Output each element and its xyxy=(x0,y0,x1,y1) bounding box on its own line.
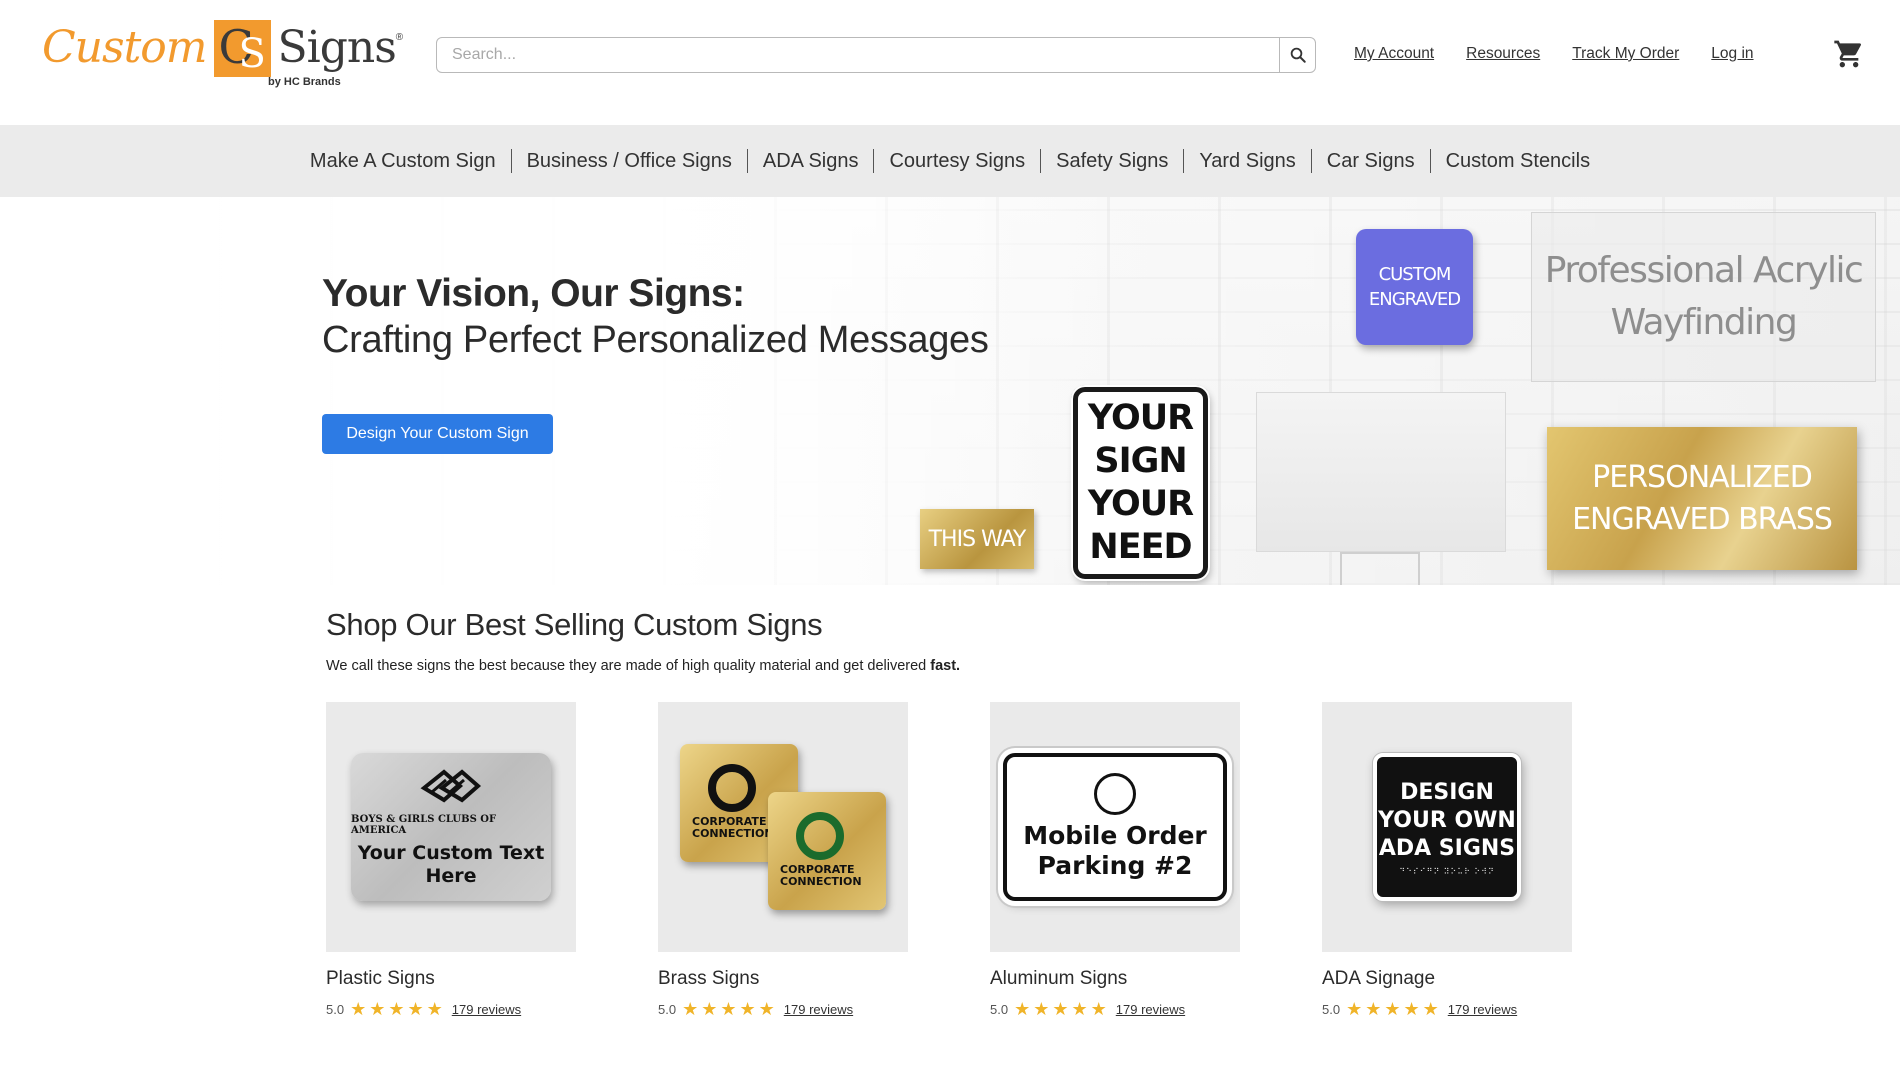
star-rating-icon: ★★★★★ xyxy=(1346,999,1442,1019)
corporate-logo-icon xyxy=(708,764,756,812)
hero-sign-acrylic: Professional Acrylic Wayfinding xyxy=(1531,212,1876,382)
hero-sign-yard-stake xyxy=(1340,552,1420,585)
login-link[interactable]: Log in xyxy=(1711,45,1753,63)
rating-value: 5.0 xyxy=(326,1002,345,1017)
product-card-aluminum[interactable]: Mobile Order Parking #2 Aluminum Signs 5… xyxy=(990,702,1240,1020)
search-input[interactable] xyxy=(437,38,1279,72)
cart-button[interactable] xyxy=(1833,38,1865,70)
best-sellers-desc-text: We call these signs the best because the… xyxy=(326,658,927,674)
brass-sign-text: CORPORATE CONNECTION xyxy=(780,863,862,888)
hero-subtitle: Crafting Perfect Personalized Messages xyxy=(322,319,989,361)
shopping-cart-icon xyxy=(1834,40,1862,68)
nav-ada-signs[interactable]: ADA Signs xyxy=(748,150,874,173)
hero-sign-brass-line: ENGRAVED BRASS xyxy=(1572,501,1833,537)
reviews-link[interactable]: 179 reviews xyxy=(452,1002,521,1017)
hero-sign-your-line: YOUR xyxy=(1087,398,1194,438)
product-name[interactable]: Brass Signs xyxy=(658,968,908,990)
product-image-aluminum[interactable]: Mobile Order Parking #2 xyxy=(990,702,1240,952)
product-image-brass[interactable]: CORPORATE CONNECTION CORPORATE CONNECTIO… xyxy=(658,702,908,952)
main-nav: Make A Custom Sign Business / Office Sig… xyxy=(0,125,1900,197)
hero-sign-your-sign: YOUR SIGN YOUR NEED xyxy=(1071,385,1210,581)
plastic-sign-text: Your Custom Text Here xyxy=(357,842,545,887)
product-card-plastic[interactable]: BOYS & GIRLS CLUBS OF AMERICA Your Custo… xyxy=(326,702,576,1020)
club-logo-icon xyxy=(420,769,482,803)
hero-banner: THIS WAY YOUR SIGN YOUR NEED CUSTOM ENGR… xyxy=(0,197,1900,585)
nav-make-custom-sign[interactable]: Make A Custom Sign xyxy=(295,150,511,173)
product-rating: 5.0 ★★★★★ 179 reviews xyxy=(990,999,1240,1020)
rating-value: 5.0 xyxy=(1322,1002,1341,1017)
reviews-link[interactable]: 179 reviews xyxy=(1448,1002,1517,1017)
corporate-logo-icon xyxy=(796,812,844,860)
best-sellers-title: Shop Our Best Selling Custom Signs xyxy=(326,607,823,642)
design-custom-sign-button[interactable]: Design Your Custom Sign xyxy=(322,414,553,454)
product-name[interactable]: ADA Signage xyxy=(1322,968,1572,990)
search-icon xyxy=(1290,47,1306,63)
product-rating: 5.0 ★★★★★ 179 reviews xyxy=(1322,999,1572,1020)
ada-sign-visual: DESIGN YOUR OWN ADA SIGNS ⠙⠑⠎⠊⠛⠝ ⠽⠕⠥⠗ ⠕⠺… xyxy=(1373,753,1521,901)
nav-custom-stencils[interactable]: Custom Stencils xyxy=(1431,150,1606,173)
reviews-link[interactable]: 179 reviews xyxy=(1116,1002,1185,1017)
nav-business-office-signs[interactable]: Business / Office Signs xyxy=(512,150,747,173)
product-rating: 5.0 ★★★★★ 179 reviews xyxy=(326,999,576,1020)
plastic-sign-visual: BOYS & GIRLS CLUBS OF AMERICA Your Custo… xyxy=(351,753,551,901)
logo-word-signs: Signs xyxy=(277,22,396,73)
star-rating-icon: ★★★★★ xyxy=(1014,999,1110,1019)
reviews-link[interactable]: 179 reviews xyxy=(784,1002,853,1017)
track-order-link[interactable]: Track My Order xyxy=(1572,45,1679,63)
rating-value: 5.0 xyxy=(990,1002,1009,1017)
ada-sign-text: DESIGN YOUR OWN ADA SIGNS xyxy=(1378,779,1516,861)
logo-byline: by HC Brands xyxy=(268,76,341,88)
aluminum-sign-text: Mobile Order Parking #2 xyxy=(1023,821,1207,880)
braille-dots-icon: ⠙⠑⠎⠊⠛⠝ ⠽⠕⠥⠗ ⠕⠺⠝ xyxy=(1399,866,1495,876)
best-sellers-description: We call these signs the best because the… xyxy=(326,658,960,674)
hero-sign-acrylic-line: Wayfinding xyxy=(1610,302,1798,343)
mascot-logo-icon xyxy=(1094,773,1136,815)
search-bar xyxy=(436,37,1316,73)
brass-sign-visual-back: CORPORATE CONNECTION xyxy=(768,792,886,910)
hero-sign-acrylic-line: Professional Acrylic xyxy=(1544,250,1864,291)
product-image-plastic[interactable]: BOYS & GIRLS CLUBS OF AMERICA Your Custo… xyxy=(326,702,576,952)
hero-sign-this-way: THIS WAY xyxy=(920,509,1034,569)
product-rating: 5.0 ★★★★★ 179 reviews xyxy=(658,999,908,1020)
hero-sign-purple-line: ENGRAVED xyxy=(1368,289,1461,310)
product-name[interactable]: Plastic Signs xyxy=(326,968,576,990)
hero-sign-your-line: YOUR xyxy=(1087,484,1194,524)
site-header: Custom C S Signs ® by HC Brands My Accou… xyxy=(0,0,1900,125)
nav-yard-signs[interactable]: Yard Signs xyxy=(1184,150,1310,173)
nav-courtesy-signs[interactable]: Courtesy Signs xyxy=(874,150,1040,173)
logo-mark: C S xyxy=(214,20,272,77)
resources-link[interactable]: Resources xyxy=(1466,45,1540,63)
nav-car-signs[interactable]: Car Signs xyxy=(1312,150,1430,173)
search-button[interactable] xyxy=(1279,38,1315,72)
logo-mark-s: S xyxy=(238,31,266,77)
best-sellers-desc-bold: fast. xyxy=(930,658,961,674)
star-rating-icon: ★★★★★ xyxy=(350,999,446,1019)
hero-sign-your-line: NEED xyxy=(1089,527,1192,567)
hero-sign-engraved-brass: PERSONALIZED ENGRAVED BRASS xyxy=(1547,427,1857,570)
aluminum-sign-visual: Mobile Order Parking #2 xyxy=(1003,753,1227,901)
hero-title: Your Vision, Our Signs: xyxy=(322,272,745,315)
logo-registered: ® xyxy=(395,32,404,43)
account-links: My Account Resources Track My Order Log … xyxy=(1354,45,1786,63)
hero-sign-purple-line: CUSTOM xyxy=(1378,264,1452,285)
product-name[interactable]: Aluminum Signs xyxy=(990,968,1240,990)
product-image-ada[interactable]: DESIGN YOUR OWN ADA SIGNS ⠙⠑⠎⠊⠛⠝ ⠽⠕⠥⠗ ⠕⠺… xyxy=(1322,702,1572,952)
star-rating-icon: ★★★★★ xyxy=(682,999,778,1019)
logo-word-custom: Custom xyxy=(42,22,207,73)
product-card-brass[interactable]: CORPORATE CONNECTION CORPORATE CONNECTIO… xyxy=(658,702,908,1020)
plastic-sign-org: BOYS & GIRLS CLUBS OF AMERICA xyxy=(351,814,497,836)
nav-safety-signs[interactable]: Safety Signs xyxy=(1041,150,1183,173)
site-logo[interactable]: Custom C S Signs ® xyxy=(42,18,403,90)
product-card-ada[interactable]: DESIGN YOUR OWN ADA SIGNS ⠙⠑⠎⠊⠛⠝ ⠽⠕⠥⠗ ⠕⠺… xyxy=(1322,702,1572,1020)
hero-sign-custom-engraved: CUSTOM ENGRAVED xyxy=(1356,229,1473,345)
hero-sign-your-line: SIGN xyxy=(1094,441,1187,481)
hero-sign-yard-blank xyxy=(1256,392,1506,552)
my-account-link[interactable]: My Account xyxy=(1354,45,1434,63)
rating-value: 5.0 xyxy=(658,1002,677,1017)
hero-sign-brass-line: PERSONALIZED xyxy=(1592,459,1813,495)
